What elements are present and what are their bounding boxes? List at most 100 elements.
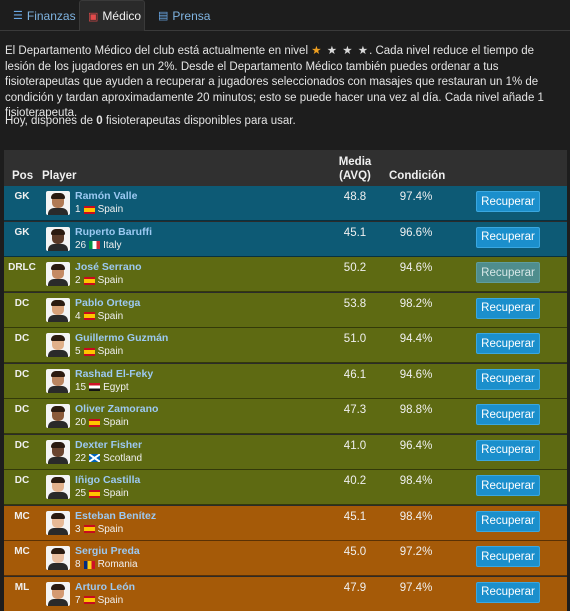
media-avq-cell: 45.1 bbox=[343, 510, 367, 523]
position-cell: DC bbox=[14, 404, 30, 415]
position-cell: DC bbox=[14, 297, 30, 309]
player-name-link[interactable]: Guillermo Guzmán bbox=[75, 332, 168, 344]
recuperar-button[interactable]: Recuperar bbox=[476, 226, 540, 248]
player-meta: 3 Spain bbox=[75, 524, 123, 535]
recuperar-button[interactable]: Recuperar bbox=[476, 297, 540, 319]
player-number: 15 bbox=[75, 381, 87, 393]
player-avatar[interactable] bbox=[46, 368, 70, 393]
table-row: GK Ruperto Baruffi 26 Italy 45.1 96.6% Recuper… bbox=[4, 221, 567, 257]
player-avatar[interactable] bbox=[46, 581, 70, 606]
flag-icon bbox=[83, 312, 95, 320]
player-avatar[interactable] bbox=[46, 510, 70, 535]
recuperar-button[interactable]: Recuperar bbox=[476, 546, 540, 567]
position-cell: ML bbox=[14, 581, 30, 593]
media-avq-cell: 51.0 bbox=[343, 333, 367, 345]
condition-cell: 94.4% bbox=[399, 333, 433, 345]
media-avq-cell: 40.2 bbox=[343, 475, 367, 487]
recuperar-button[interactable]: Recuperar bbox=[476, 404, 540, 425]
player-name-link[interactable]: Pablo Ortega bbox=[75, 297, 140, 309]
player-avatar[interactable] bbox=[46, 333, 70, 357]
player-number: 1 bbox=[75, 204, 81, 215]
tab-label: Médico bbox=[102, 9, 142, 23]
flag-icon bbox=[83, 525, 95, 533]
players-table: Pos Player Media (AVQ) Condición GK Ramón … bbox=[4, 150, 567, 611]
avatar-shirt bbox=[48, 385, 68, 393]
tab-prensa[interactable]: ▤ Prensa bbox=[150, 0, 218, 31]
media-avq-cell: 48.8 bbox=[343, 191, 367, 203]
recuperar-button[interactable]: Recuperar bbox=[476, 510, 540, 532]
player-name-link[interactable]: Rashad El-Feky bbox=[75, 368, 153, 380]
player-number: 2 bbox=[75, 275, 81, 286]
player-name-link[interactable]: Arturo León bbox=[75, 581, 135, 593]
player-meta: 1 Spain bbox=[75, 204, 123, 215]
player-country: Spain bbox=[97, 204, 124, 215]
table-header: Pos Player Media (AVQ) Condición bbox=[4, 150, 567, 186]
recuperar-button[interactable]: Recuperar bbox=[476, 475, 540, 496]
player-country: Scotland bbox=[103, 452, 143, 464]
avatar-hair bbox=[51, 406, 65, 412]
player-name-link[interactable]: Oliver Zamorano bbox=[75, 403, 158, 415]
avatar-shirt bbox=[48, 527, 68, 535]
avatar-shirt bbox=[48, 492, 68, 499]
player-meta: 26 Italy bbox=[75, 240, 121, 251]
flag-icon bbox=[89, 241, 101, 249]
avatar-hair bbox=[51, 370, 65, 377]
recuperar-button[interactable]: Recuperar bbox=[476, 333, 540, 354]
player-number: 8 bbox=[75, 559, 81, 570]
table-row: DC Oliver Zamorano 20 Spain 47.3 98.8% Recuper… bbox=[4, 399, 567, 434]
recuperar-button[interactable]: Recuperar bbox=[476, 581, 540, 603]
player-country: Spain bbox=[97, 523, 124, 535]
table-row: DRLC José Serrano 2 Spain 50.2 94.6% Recuperar bbox=[4, 257, 567, 292]
player-number: 22 bbox=[75, 452, 87, 464]
player-avatar[interactable] bbox=[46, 404, 70, 428]
avatar-hair bbox=[51, 193, 65, 199]
player-avatar[interactable] bbox=[46, 191, 70, 215]
flag-icon bbox=[83, 347, 95, 356]
avatar-shirt bbox=[48, 456, 68, 464]
player-name-link[interactable]: Iñigo Castilla bbox=[75, 474, 140, 486]
position-cell: DC bbox=[14, 439, 30, 451]
player-name-link[interactable]: Ruperto Baruffi bbox=[75, 226, 152, 238]
tab-bar: ☰ Finanzas ▣ Médico ▤ Prensa bbox=[0, 0, 570, 31]
player-name-link[interactable]: Ramón Valle bbox=[75, 190, 137, 202]
flag-icon bbox=[83, 205, 95, 214]
player-number: 5 bbox=[75, 346, 81, 357]
player-avatar[interactable] bbox=[46, 546, 70, 570]
medical-kit-icon: ▣ bbox=[88, 10, 99, 23]
avatar-shirt bbox=[48, 243, 68, 251]
tab-medico[interactable]: ▣ Médico bbox=[79, 0, 145, 31]
table-row: DC Iñigo Castilla 25 Spain 40.2 98.4% Recupera… bbox=[4, 470, 567, 505]
table-row: DC Rashad El-Feky 15 Egypt 46.1 94.6% Recupera… bbox=[4, 363, 567, 399]
recuperar-button[interactable]: Recuperar bbox=[476, 368, 540, 390]
avatar-hair bbox=[51, 441, 65, 448]
player-avatar[interactable] bbox=[46, 297, 70, 322]
player-name-link[interactable]: José Serrano bbox=[75, 261, 142, 273]
recuperar-button[interactable]: Recuperar bbox=[476, 262, 540, 283]
player-number: 26 bbox=[75, 239, 87, 251]
player-avatar[interactable] bbox=[46, 475, 70, 499]
player-name-link[interactable]: Sergiu Preda bbox=[75, 545, 140, 557]
tab-finanzas[interactable]: ☰ Finanzas bbox=[5, 0, 84, 31]
position-cell: DC bbox=[14, 475, 30, 486]
media-avq-cell: 53.8 bbox=[343, 297, 367, 310]
avatar-shirt bbox=[48, 314, 68, 322]
player-avatar[interactable] bbox=[46, 262, 70, 286]
player-meta: 7 Spain bbox=[75, 595, 123, 606]
flag-icon bbox=[89, 418, 101, 427]
recuperar-button[interactable]: Recuperar bbox=[476, 439, 540, 461]
header-player: Player bbox=[42, 170, 77, 182]
position-cell: DC bbox=[14, 333, 30, 344]
avatar-shirt bbox=[48, 563, 68, 570]
avatar-hair bbox=[51, 335, 65, 341]
player-country: Spain bbox=[103, 417, 129, 428]
recuperar-button[interactable]: Recuperar bbox=[476, 191, 540, 212]
player-avatar[interactable] bbox=[46, 226, 70, 251]
table-row: MC Esteban Benítez 3 Spain 45.1 98.4% Recupera… bbox=[4, 505, 567, 541]
player-number: 20 bbox=[75, 417, 87, 428]
player-avatar[interactable] bbox=[46, 439, 70, 464]
player-name-link[interactable]: Dexter Fisher bbox=[75, 439, 142, 451]
table-row: ML Arturo León 7 Spain 47.9 97.4% Recuperar bbox=[4, 576, 567, 611]
media-avq-cell: 45.0 bbox=[343, 546, 367, 558]
player-name-link[interactable]: Esteban Benítez bbox=[75, 510, 156, 522]
player-country: Egypt bbox=[103, 381, 129, 393]
